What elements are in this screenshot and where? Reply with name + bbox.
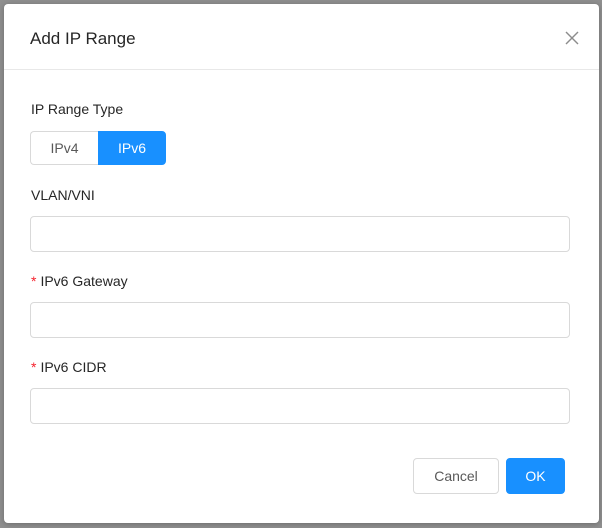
close-button[interactable] <box>563 29 581 47</box>
required-marker: * <box>31 273 37 289</box>
ip-range-type-toggle: IPv4 IPv6 <box>30 131 166 165</box>
close-icon <box>565 31 579 45</box>
ipv6-cidr-label: * IPv6 CIDR <box>31 359 107 375</box>
ipv6-cidr-input[interactable] <box>30 388 570 424</box>
cancel-button[interactable]: Cancel <box>413 458 499 494</box>
ipv6-cidr-label-text: IPv6 CIDR <box>40 359 107 375</box>
ipv6-gateway-label: * IPv6 Gateway <box>31 273 128 289</box>
vlan-vni-input[interactable] <box>30 216 570 252</box>
dialog-title: Add IP Range <box>30 29 136 48</box>
ipv4-option[interactable]: IPv4 <box>30 131 98 165</box>
ipv6-option[interactable]: IPv6 <box>98 131 166 165</box>
ok-button[interactable]: OK <box>506 458 565 494</box>
ipv6-gateway-input[interactable] <box>30 302 570 338</box>
vlan-vni-label: VLAN/VNI <box>31 187 95 203</box>
required-marker: * <box>31 359 37 375</box>
add-ip-range-dialog: Add IP Range IP Range Type IPv4 IPv6 VLA… <box>4 4 599 523</box>
ipv6-gateway-label-text: IPv6 Gateway <box>40 273 128 289</box>
ip-range-type-label: IP Range Type <box>31 101 124 117</box>
dialog-header: Add IP Range <box>4 4 599 70</box>
